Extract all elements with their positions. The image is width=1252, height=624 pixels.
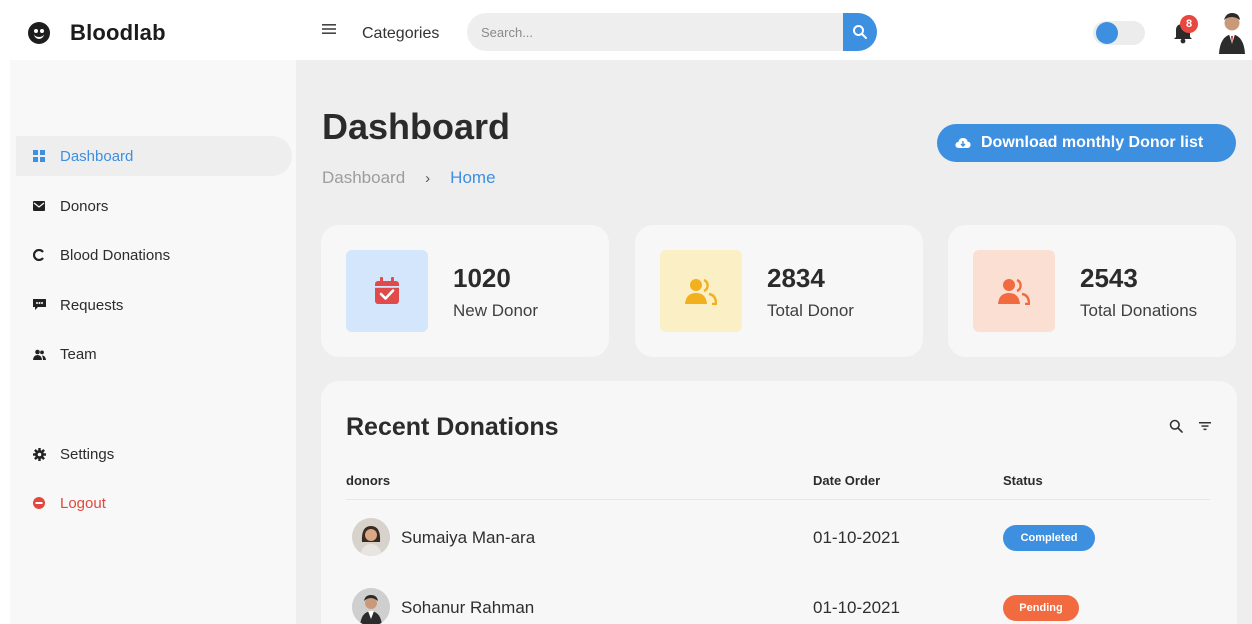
- notification-badge: 8: [1180, 15, 1198, 33]
- sidebar-item-label: Donors: [60, 197, 109, 215]
- logout-icon: [32, 496, 46, 510]
- table-tools: [1153, 419, 1211, 433]
- search-input[interactable]: [481, 22, 821, 42]
- sidebar-item-label: Team: [60, 345, 97, 363]
- hamburger-menu-icon[interactable]: [322, 22, 336, 40]
- users-icon: [660, 250, 742, 332]
- donor-avatar: [352, 588, 390, 624]
- users-icon: [973, 250, 1055, 332]
- breadcrumb-dashboard[interactable]: Dashboard: [322, 168, 405, 188]
- stat-card-total-donor: 2834 Total Donor: [635, 225, 923, 357]
- categories-menu[interactable]: Categories: [362, 25, 439, 43]
- sidebar-item-label: Blood Donations: [60, 246, 171, 264]
- grid-icon: [32, 149, 46, 163]
- sidebar-item-blood-donations[interactable]: Blood Donations: [16, 235, 292, 275]
- gear-icon: [32, 447, 46, 461]
- sidebar-item-settings[interactable]: Settings: [16, 434, 292, 474]
- calendar-check-icon: [346, 250, 428, 332]
- search-button[interactable]: [843, 13, 877, 51]
- donor-avatar: [352, 518, 390, 556]
- stat-card-new-donor: 1020 New Donor: [321, 225, 609, 357]
- sidebar: Dashboard Donors Blood Donations Request…: [10, 60, 296, 624]
- brand[interactable]: Bloodlab: [28, 20, 166, 46]
- team-icon: [32, 347, 46, 361]
- sidebar-item-requests[interactable]: Requests: [16, 285, 292, 325]
- envelope-icon: [32, 199, 46, 213]
- search-icon[interactable]: [1169, 419, 1183, 433]
- donation-date: 01-10-2021: [813, 598, 900, 617]
- column-header-date-order[interactable]: Date Order: [813, 473, 880, 488]
- status-badge: Completed: [1003, 525, 1095, 551]
- sidebar-item-logout[interactable]: Logout: [16, 483, 292, 523]
- breadcrumb: Dashboard › Home: [322, 168, 496, 188]
- app: Bloodlab Categories 8 Dashboard: [0, 0, 1252, 624]
- column-header-status[interactable]: Status: [1003, 473, 1043, 488]
- brand-name: Bloodlab: [70, 20, 166, 45]
- table-row[interactable]: Sumaiya Man-ara 01-10-2021 Completed: [321, 518, 1237, 578]
- sidebar-item-label: Logout: [60, 494, 106, 512]
- stat-card-total-donations: 2543 Total Donations: [948, 225, 1236, 357]
- chevron-right-icon: ›: [425, 169, 431, 187]
- top-bar: Bloodlab Categories 8: [10, 8, 1252, 60]
- sidebar-item-team[interactable]: Team: [16, 334, 292, 374]
- stat-value: 1020: [453, 263, 511, 293]
- sidebar-item-donors[interactable]: Donors: [16, 186, 292, 226]
- breadcrumb-home[interactable]: Home: [450, 168, 495, 188]
- download-button-label: Download monthly Donor list: [981, 134, 1204, 151]
- toggle-knob: [1096, 22, 1118, 44]
- sidebar-item-label: Settings: [60, 445, 115, 463]
- header-divider: [346, 499, 1210, 500]
- stat-value: 2543: [1080, 263, 1138, 293]
- sidebar-item-dashboard[interactable]: Dashboard: [16, 136, 292, 176]
- search-icon: [853, 25, 867, 39]
- stat-label: Total Donations: [1080, 301, 1198, 320]
- stat-label: Total Donor: [767, 301, 854, 320]
- status-badge: Pending: [1003, 595, 1079, 621]
- filter-icon[interactable]: [1199, 421, 1211, 431]
- donation-date: 01-10-2021: [813, 528, 900, 547]
- cloud-download-icon: [955, 137, 971, 149]
- sidebar-item-label: Dashboard: [60, 147, 134, 165]
- refresh-icon: [32, 248, 46, 262]
- recent-donations-card: Recent Donations donors Date Order Statu…: [321, 381, 1237, 624]
- chat-icon: [32, 298, 46, 312]
- stat-label: New Donor: [453, 301, 539, 320]
- search-bar: [467, 13, 877, 51]
- user-avatar[interactable]: [1214, 10, 1250, 54]
- theme-toggle[interactable]: [1093, 21, 1145, 45]
- recent-donations-title: Recent Donations: [346, 413, 559, 441]
- main-content: Dashboard Dashboard › Home Download mont…: [296, 60, 1252, 624]
- donor-name: Sumaiya Man-ara: [401, 528, 536, 547]
- download-donor-list-button[interactable]: Download monthly Donor list: [937, 124, 1236, 162]
- stat-value: 2834: [767, 263, 825, 293]
- table-row[interactable]: Sohanur Rahman 01-10-2021 Pending: [321, 588, 1237, 624]
- donor-name: Sohanur Rahman: [401, 598, 535, 617]
- column-header-donors[interactable]: donors: [346, 473, 390, 488]
- page-title: Dashboard: [322, 106, 511, 147]
- sidebar-item-label: Requests: [60, 296, 124, 314]
- smiley-logo-icon: [28, 22, 50, 44]
